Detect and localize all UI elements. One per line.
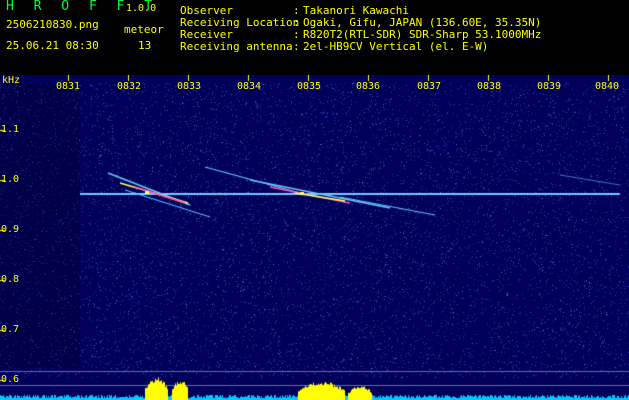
x-tick-label: 0838 bbox=[477, 81, 502, 92]
x-tick-label: 0832 bbox=[117, 81, 142, 92]
y-tick-label: 0.9 bbox=[1, 224, 20, 235]
x-tick-label: 0831 bbox=[56, 81, 81, 92]
antenna-label: Receiving antenna bbox=[180, 40, 293, 53]
y-tick-label: 0.6 bbox=[1, 374, 20, 385]
meteor-count-value: 13 bbox=[138, 39, 152, 52]
x-tick-label: 0836 bbox=[356, 81, 381, 92]
x-tick-label: 0839 bbox=[537, 81, 562, 92]
y-axis-unit: kHz bbox=[2, 75, 21, 86]
meteor-count-label: meteor bbox=[124, 23, 164, 36]
y-tick-label: 0.8 bbox=[1, 274, 20, 285]
antenna-value: 2el-HB9CV Vertical (el. E-W) bbox=[303, 40, 489, 53]
info-colon: : bbox=[293, 40, 300, 53]
x-tick-label: 0833 bbox=[177, 81, 202, 92]
y-tick-label: 0.7 bbox=[1, 324, 20, 335]
x-tick-label: 0834 bbox=[237, 81, 262, 92]
x-tick-label: 0835 bbox=[297, 81, 322, 92]
x-tick-label: 0840 bbox=[595, 81, 620, 92]
x-tick-label: 0837 bbox=[417, 81, 442, 92]
y-tick-label: 1.1 bbox=[1, 124, 20, 135]
app-version: 1.0.0 bbox=[126, 3, 157, 14]
header-panel: H R O F F T 1.0.0 2506210830.png 25.06.2… bbox=[0, 0, 629, 75]
date-time: 25.06.21 08:30 bbox=[6, 39, 99, 52]
file-name: 2506210830.png bbox=[6, 18, 99, 31]
spectrogram-plot bbox=[0, 75, 629, 400]
y-tick-label: 1.0 bbox=[1, 174, 20, 185]
